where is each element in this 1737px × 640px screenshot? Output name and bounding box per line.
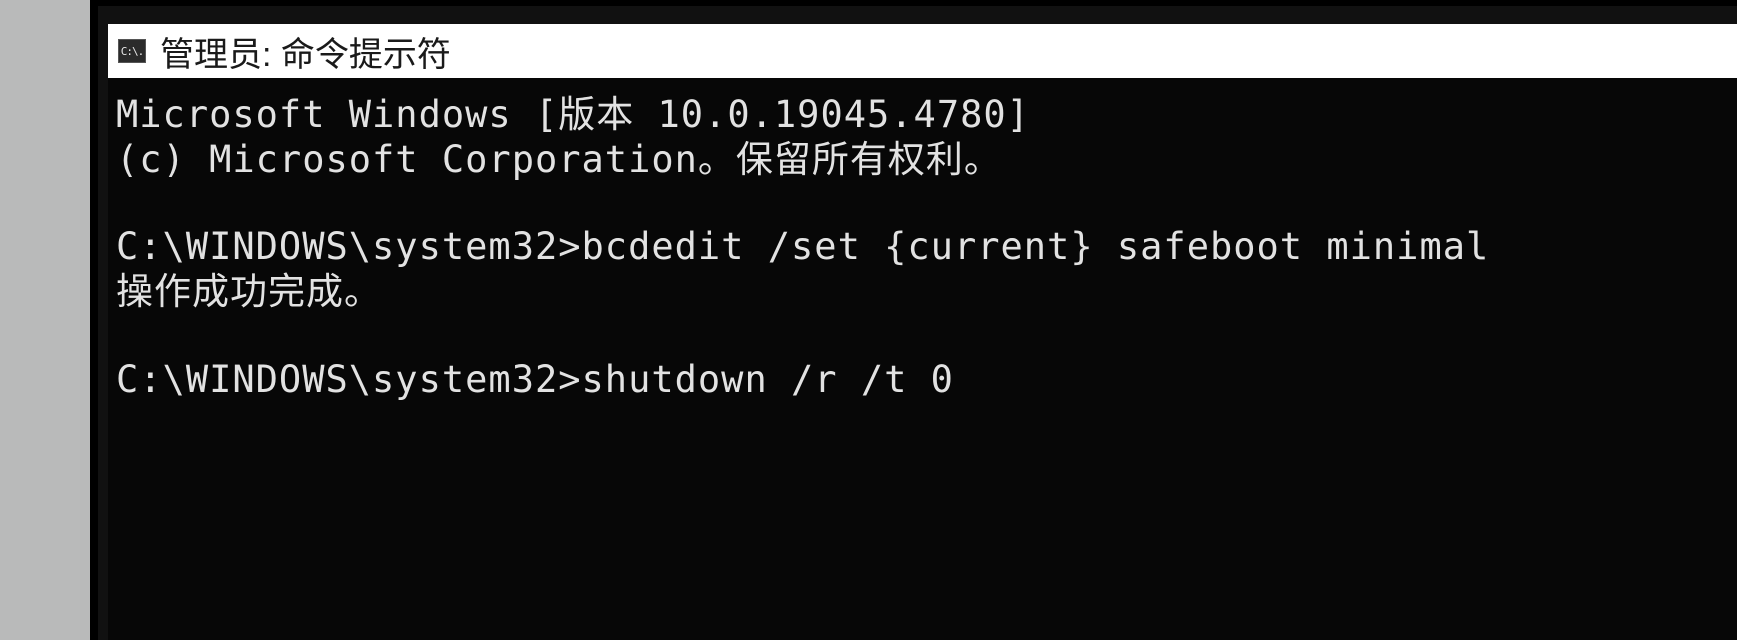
- banner-line-1: Microsoft Windows [版本 10.0.19045.4780]: [116, 92, 1729, 137]
- terminal-body[interactable]: Microsoft Windows [版本 10.0.19045.4780] (…: [108, 78, 1737, 640]
- prompt-2: C:\WINDOWS\system32>: [116, 358, 582, 401]
- banner-line-2: (c) Microsoft Corporation。保留所有权利。: [116, 137, 1729, 182]
- window-titlebar[interactable]: C:\. 管理员: 命令提示符: [108, 24, 1737, 78]
- prompt-1: C:\WINDOWS\system32>: [116, 225, 582, 268]
- command-block-2: C:\WINDOWS\system32>shutdown /r /t 0: [116, 357, 1729, 402]
- command-line-2: C:\WINDOWS\system32>shutdown /r /t 0: [116, 357, 1729, 402]
- result-1: 操作成功完成。: [116, 269, 1729, 314]
- screen-bezel: C:\. 管理员: 命令提示符 Microsoft Windows [版本 10…: [90, 0, 1737, 640]
- command-1: bcdedit /set {current} safeboot minimal: [582, 225, 1490, 268]
- command-block-1: C:\WINDOWS\system32>bcdedit /set {curren…: [116, 224, 1729, 314]
- command-line-1: C:\WINDOWS\system32>bcdedit /set {curren…: [116, 224, 1729, 269]
- window-title: 管理员: 命令提示符: [160, 27, 451, 76]
- cmd-icon: C:\.: [118, 39, 146, 63]
- banner-block: Microsoft Windows [版本 10.0.19045.4780] (…: [116, 92, 1729, 182]
- command-2: shutdown /r /t 0: [582, 358, 954, 401]
